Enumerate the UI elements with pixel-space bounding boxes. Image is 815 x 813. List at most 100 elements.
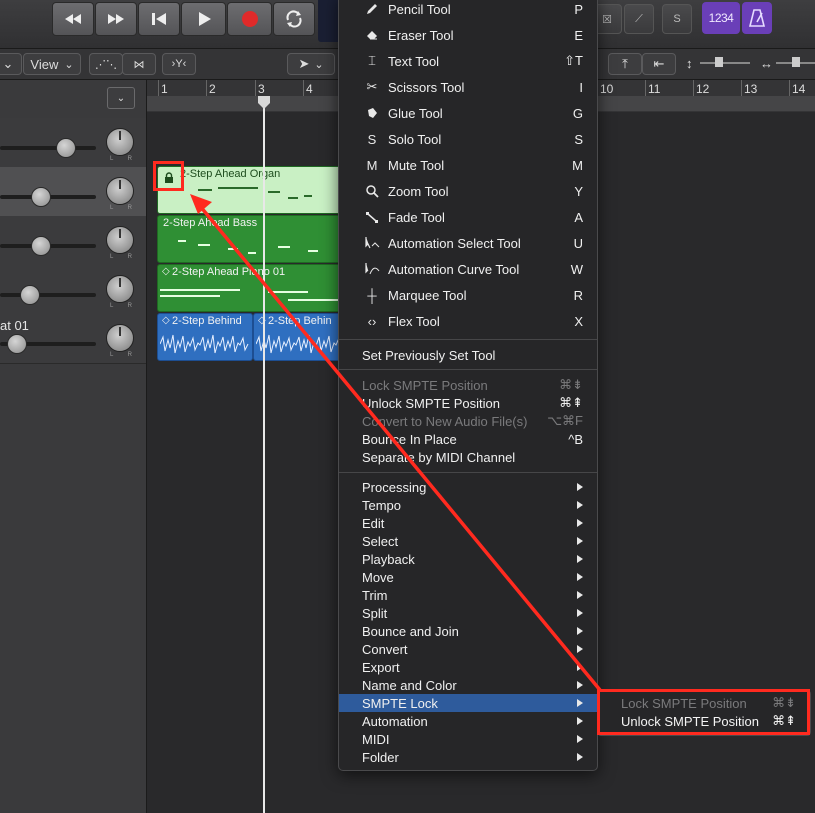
flex-button[interactable]: ⋈: [122, 53, 156, 75]
submenu-processing[interactable]: Processing: [339, 478, 597, 496]
bar-number: 14: [792, 82, 806, 96]
submenu-split[interactable]: Split: [339, 604, 597, 622]
menu-item-mute-tool[interactable]: M Mute Tool M: [339, 156, 597, 174]
solo-button[interactable]: S: [662, 4, 692, 34]
menu-item-pencil-tool[interactable]: Pencil Tool P: [339, 0, 597, 18]
menu-item-scissors-tool[interactable]: ✂ Scissors Tool I: [339, 78, 597, 96]
lcd-display[interactable]: [318, 0, 338, 42]
submenu-name-and-color[interactable]: Name and Color: [339, 676, 597, 694]
tuning-button[interactable]: ⟋: [624, 4, 654, 34]
left-click-tool-menu[interactable]: ➤ ⌄: [287, 53, 335, 75]
region-name: 2-Step Ahead Piano 01: [172, 266, 286, 278]
menu-item-separate-midi[interactable]: Separate by MIDI Channel: [339, 448, 597, 466]
go-to-start-button[interactable]: [138, 2, 180, 36]
track-header-1[interactable]: LR: [0, 118, 146, 168]
playhead-handle-icon[interactable]: [257, 96, 271, 110]
submenu-select[interactable]: Select: [339, 532, 597, 550]
text-cursor-icon: ⌶: [368, 53, 376, 68]
submenu-arrow-icon: [577, 645, 583, 653]
track-header-5[interactable]: at 01 LR: [0, 314, 146, 364]
submenu-midi[interactable]: MIDI: [339, 730, 597, 748]
menu-item-automation-select-tool[interactable]: Automation Select Tool U: [339, 234, 597, 252]
menu-item-marquee-tool[interactable]: ┼ Marquee Tool R: [339, 286, 597, 304]
zoom-sliders[interactable]: ↕ ↔: [680, 53, 815, 73]
menu-item-glue-tool[interactable]: Glue Tool G: [339, 104, 597, 122]
submenu-playback[interactable]: Playback: [339, 550, 597, 568]
loop-icon: ◇: [162, 266, 170, 277]
pan-knob[interactable]: [106, 324, 134, 352]
track-header-3[interactable]: LR: [0, 216, 146, 266]
volume-fader-thumb[interactable]: [31, 236, 51, 256]
automation-button[interactable]: ⋰⋱: [89, 53, 123, 75]
volume-fader-track[interactable]: [0, 146, 96, 150]
submenu-edit[interactable]: Edit: [339, 514, 597, 532]
pan-knob[interactable]: [106, 226, 134, 254]
automation-icon: ⋰⋱: [95, 58, 117, 71]
fast-forward-button[interactable]: [95, 2, 137, 36]
view-menu-button[interactable]: View ⌄: [23, 53, 81, 75]
midi-region-organ[interactable]: 2-Step Ahead Organ: [157, 166, 349, 214]
submenu-arrow-icon: [577, 681, 583, 689]
metronome-button[interactable]: [742, 2, 772, 34]
submenu-bounce-and-join[interactable]: Bounce and Join: [339, 622, 597, 640]
playhead[interactable]: [263, 96, 265, 813]
audio-region-2[interactable]: 2-Step Behin ◇: [253, 313, 349, 361]
menu-item-eraser-tool[interactable]: Eraser Tool E: [339, 26, 597, 44]
submenu-arrow-icon: [577, 753, 583, 761]
menu-item-set-previous-tool[interactable]: Set Previously Set Tool: [339, 346, 597, 364]
submenu-automation[interactable]: Automation: [339, 712, 597, 730]
menu-item-lock-smpte: Lock SMPTE Position ⌘⇟: [362, 377, 583, 393]
play-button[interactable]: [181, 2, 226, 36]
menu-item-text-tool[interactable]: ⌶ Text Tool ⇧T: [339, 52, 597, 70]
vertical-zoom-slider[interactable]: [700, 62, 750, 64]
menu-item-zoom-tool[interactable]: Zoom Tool Y: [339, 182, 597, 200]
pan-knob[interactable]: [106, 177, 134, 205]
vertical-zoom-thumb[interactable]: [715, 57, 723, 67]
rewind-button[interactable]: [52, 2, 94, 36]
volume-fader-thumb[interactable]: [20, 285, 40, 305]
midi-region-bass[interactable]: 2-Step Ahead Bass: [157, 215, 349, 263]
track-header-2[interactable]: LR: [0, 167, 146, 217]
record-button[interactable]: [227, 2, 272, 36]
tool-context-menu: Pencil Tool P Eraser Tool E ⌶ Text Tool …: [338, 0, 598, 771]
submenu-smpte-lock[interactable]: SMPTE Lock: [339, 694, 597, 712]
menu-item-flex-tool[interactable]: ‹› Flex Tool X: [339, 312, 597, 330]
zoom-icon: [363, 182, 381, 200]
submenu-move[interactable]: Move: [339, 568, 597, 586]
menu-item-solo-tool[interactable]: S Solo Tool S: [339, 130, 597, 148]
horizontal-zoom-thumb[interactable]: [792, 57, 800, 67]
submenu-convert[interactable]: Convert: [339, 640, 597, 658]
submenu-arrow-icon: [577, 591, 583, 599]
submenu-export[interactable]: Export: [339, 658, 597, 676]
volume-fader-thumb[interactable]: [56, 138, 76, 158]
submenu-tempo[interactable]: Tempo: [339, 496, 597, 514]
midi-region-piano[interactable]: 2-Step Ahead Piano 01 ◇: [157, 264, 349, 312]
rewind-icon: [65, 14, 81, 24]
volume-fader-thumb[interactable]: [7, 334, 27, 354]
edit-menu-button[interactable]: ⌄: [0, 53, 22, 75]
menu-item-bounce-in-place[interactable]: Bounce In Place ^B: [339, 430, 597, 448]
zoom-horizontal-button[interactable]: ⇤: [642, 53, 676, 75]
global-tracks-button[interactable]: ⌄: [107, 87, 135, 109]
zoom-vertical-button[interactable]: ⤒: [608, 53, 642, 75]
submenu-arrow-icon: [577, 501, 583, 509]
audio-region-1[interactable]: 2-Step Behind ◇: [157, 313, 253, 361]
menu-item-unlock-smpte[interactable]: Unlock SMPTE Position ⌘⇞: [339, 394, 597, 412]
pan-knob[interactable]: [106, 275, 134, 303]
submenu-trim[interactable]: Trim: [339, 586, 597, 604]
track-header-4[interactable]: LR: [0, 265, 146, 315]
menu-item-automation-curve-tool[interactable]: Automation Curve Tool W: [339, 260, 597, 278]
submenu-folder[interactable]: Folder: [339, 748, 597, 766]
menu-item-fade-tool[interactable]: Fade Tool A: [339, 208, 597, 226]
menu-separator: [339, 369, 597, 370]
volume-fader-thumb[interactable]: [31, 187, 51, 207]
cycle-button[interactable]: [273, 2, 315, 36]
volume-fader-track[interactable]: [0, 293, 96, 297]
submenu-arrow-icon: [577, 519, 583, 527]
automation-curve-icon: [363, 260, 381, 278]
submenu-arrow-icon: [577, 537, 583, 545]
pan-knob[interactable]: [106, 128, 134, 156]
bar-number: 3: [258, 82, 265, 96]
catch-button[interactable]: ›Y‹: [162, 53, 196, 75]
count-in-button[interactable]: 1234: [702, 2, 740, 34]
